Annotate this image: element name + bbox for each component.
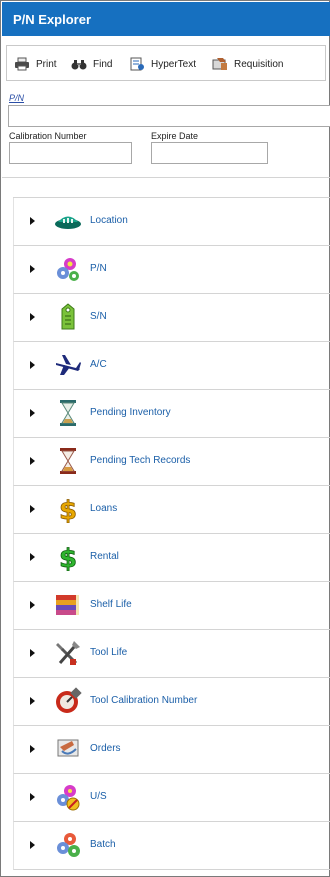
svg-text:$: $ [59, 496, 77, 523]
hypertext-button[interactable]: HyperText [129, 56, 196, 72]
expand-arrow-icon[interactable] [30, 361, 35, 369]
tree-item-pn[interactable]: P/N [13, 246, 330, 294]
tree-item-label: Orders [90, 743, 121, 754]
expand-arrow-icon[interactable] [30, 313, 35, 321]
expand-arrow-icon[interactable] [30, 265, 35, 273]
find-button[interactable]: Find [71, 56, 112, 72]
expire-date-label: Expire Date [151, 131, 199, 141]
hypertext-label: HyperText [151, 58, 197, 70]
svg-text:$: $ [59, 544, 77, 571]
tools-icon [54, 639, 82, 667]
print-button[interactable]: Print [14, 56, 57, 72]
tree-item-shelf-life[interactable]: Shelf Life [13, 582, 330, 630]
tree-item-label: P/N [90, 263, 107, 274]
calibration-number-label: Calibration Number [9, 131, 87, 141]
expire-date-input[interactable] [151, 142, 268, 164]
printer-icon [14, 57, 30, 71]
tree-item-pending-tech-records[interactable]: Pending Tech Records [13, 438, 330, 486]
tree-item-loans[interactable]: $ Loans [13, 486, 330, 534]
unserviceable-icon [54, 783, 82, 811]
expand-arrow-icon[interactable] [30, 505, 35, 513]
pn-field-label: P/N [9, 93, 25, 103]
tree-item-pending-inventory[interactable]: Pending Inventory [13, 390, 330, 438]
tree-item-label: U/S [90, 791, 107, 802]
tree-item-orders[interactable]: Orders [13, 726, 330, 774]
flower-gears-icon [54, 255, 82, 283]
tree-item-batch[interactable]: Batch [13, 822, 330, 870]
tree-item-label: Shelf Life [90, 599, 132, 610]
pn-input[interactable] [8, 105, 330, 127]
requisition-label: Requisition [234, 58, 284, 70]
expand-arrow-icon[interactable] [30, 217, 35, 225]
expand-arrow-icon[interactable] [30, 457, 35, 465]
hourglass-icon [54, 399, 82, 427]
toolbar: Print Find HyperText Requisition [6, 45, 326, 81]
binoculars-icon [71, 57, 87, 71]
hypertext-icon [129, 57, 145, 71]
orders-icon [54, 735, 82, 763]
calibration-number-input[interactable] [9, 142, 132, 164]
dollar-gold-icon: $ [54, 495, 82, 527]
batch-icon [54, 831, 82, 859]
expand-arrow-icon[interactable] [30, 409, 35, 417]
find-label: Find [93, 58, 113, 70]
books-icon [54, 591, 82, 619]
window-title: P/N Explorer [2, 2, 330, 36]
tree-item-location[interactable]: Location [13, 198, 330, 246]
tree-item-label: A/C [90, 359, 107, 370]
airplane-icon [54, 351, 82, 379]
tree-item-label: Rental [90, 551, 119, 562]
tree-item-label: Loans [90, 503, 118, 514]
tree-item-tool-calibration-number[interactable]: Tool Calibration Number [13, 678, 330, 726]
tree-item-us[interactable]: U/S [13, 774, 330, 822]
expand-arrow-icon[interactable] [30, 553, 35, 561]
expand-arrow-icon[interactable] [30, 697, 35, 705]
calibration-icon [54, 687, 82, 715]
tree-item-rental[interactable]: $ Rental [13, 534, 330, 582]
tree-item-tool-life[interactable]: Tool Life [13, 630, 330, 678]
dollar-green-icon: $ [54, 543, 82, 575]
expand-arrow-icon[interactable] [30, 841, 35, 849]
tag-icon [54, 303, 82, 331]
expand-arrow-icon[interactable] [30, 601, 35, 609]
tree-item-label: Batch [90, 839, 116, 850]
expand-arrow-icon[interactable] [30, 649, 35, 657]
expand-arrow-icon[interactable] [30, 793, 35, 801]
tree-item-label: Tool Calibration Number [90, 695, 198, 706]
tree-item-label: Location [90, 215, 128, 226]
requisition-icon [212, 57, 228, 71]
tree-item-label: Tool Life [90, 647, 128, 658]
tree-item-ac[interactable]: A/C [13, 342, 330, 390]
print-label: Print [36, 58, 57, 70]
expand-arrow-icon[interactable] [30, 745, 35, 753]
tree-item-label: Pending Tech Records [90, 455, 191, 466]
tree-item-label: S/N [90, 311, 107, 322]
divider [2, 177, 330, 178]
tree-item-sn[interactable]: S/N [13, 294, 330, 342]
location-icon [54, 207, 82, 235]
app-window: P/N Explorer Print Find HyperText Requis… [0, 0, 330, 877]
tree-item-label: Pending Inventory [90, 407, 171, 418]
hourglass-red-icon [54, 447, 82, 475]
explorer-tree: Location P/N S/N A/C Pending Inventory P… [13, 197, 330, 870]
requisition-button[interactable]: Requisition [212, 56, 283, 72]
